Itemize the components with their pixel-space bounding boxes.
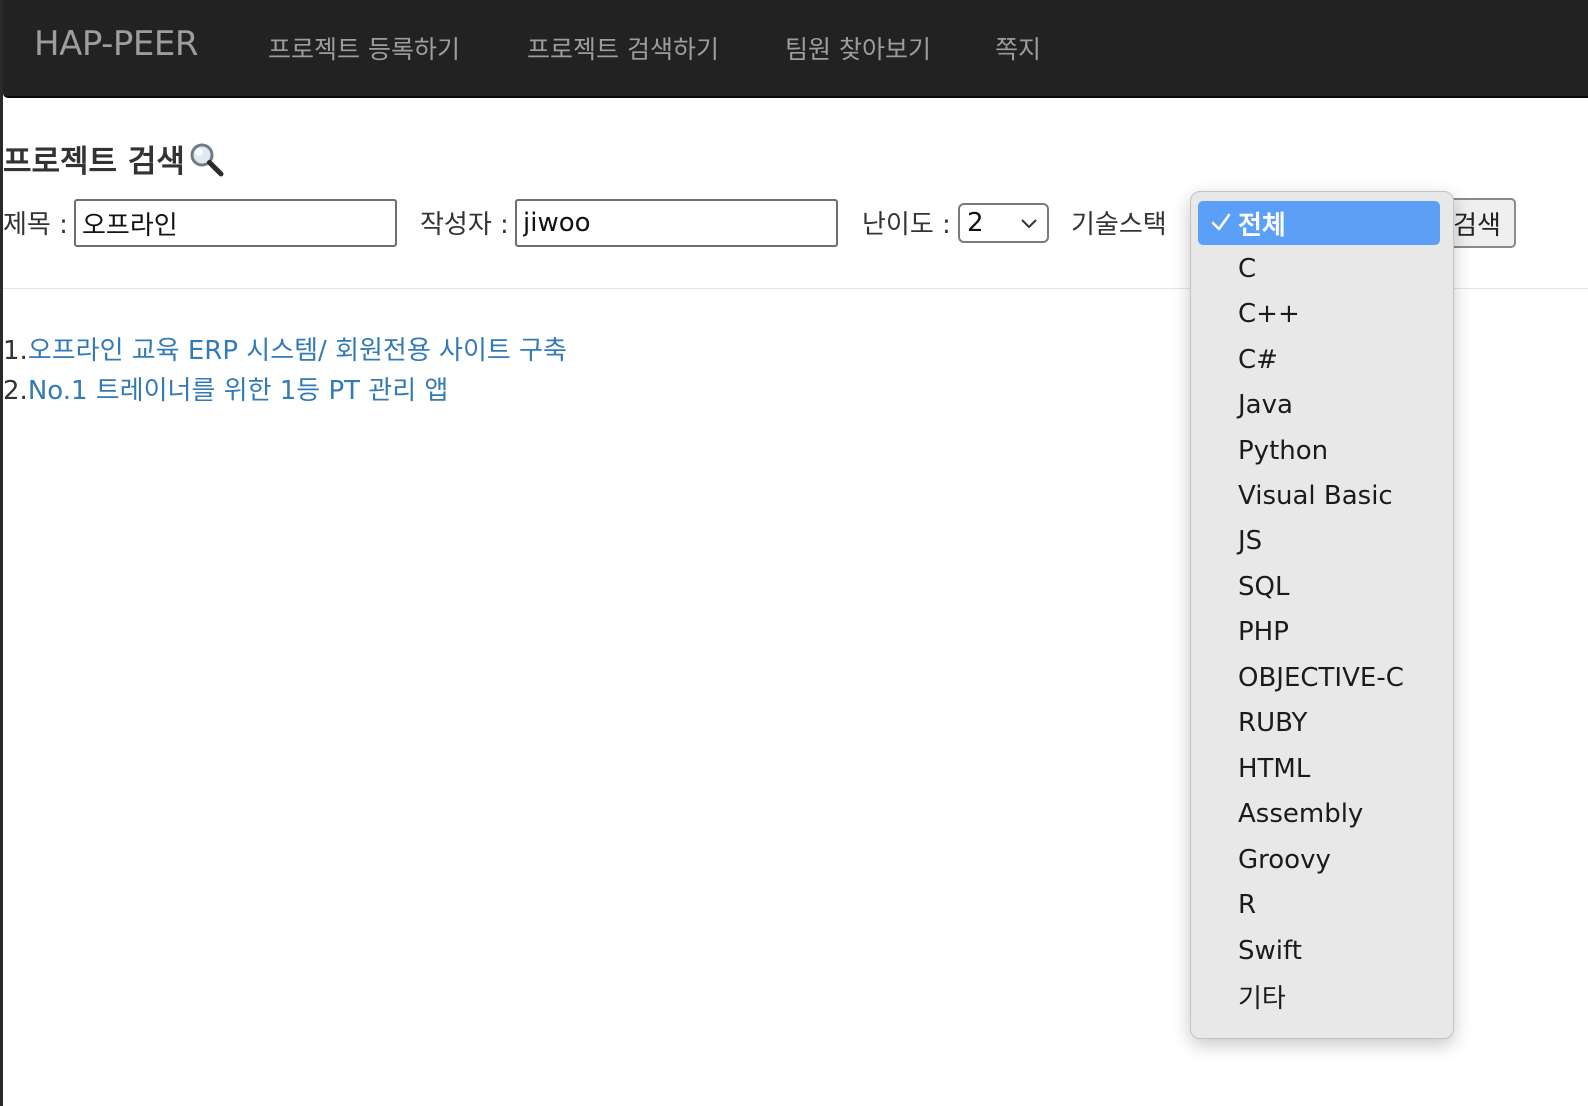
nav-register-project[interactable]: 프로젝트 등록하기 [268, 30, 460, 66]
page-title-text: 프로젝트 검색 [3, 144, 185, 180]
tech-option-cpp[interactable]: C++ [1198, 292, 1440, 336]
title-label: 제목 : [3, 210, 68, 240]
page: HAP-PEER 프로젝트 등록하기 프로젝트 검색하기 팀원 찾아보기 쪽지 … [0, 0, 1588, 1106]
tech-option-ruby[interactable]: RUBY [1198, 701, 1440, 745]
tech-option-php[interactable]: PHP [1198, 610, 1440, 654]
tech-option-groovy[interactable]: Groovy [1198, 838, 1440, 882]
author-label: 작성자 : [420, 210, 509, 240]
nav-find-members[interactable]: 팀원 찾아보기 [785, 30, 931, 66]
tech-option-csharp[interactable]: C# [1198, 338, 1440, 382]
brand-logo[interactable]: HAP-PEER [34, 24, 198, 64]
tech-option-java[interactable]: Java [1198, 383, 1440, 427]
tech-option-html[interactable]: HTML [1198, 747, 1440, 791]
result-number: 1. [3, 336, 28, 366]
page-title: 프로젝트 검색 [3, 136, 225, 181]
tech-option-visual-basic[interactable]: Visual Basic [1198, 474, 1440, 518]
tech-option-swift[interactable]: Swift [1198, 929, 1440, 973]
difficulty-label: 난이도 : [862, 210, 951, 240]
tech-option-assembly[interactable]: Assembly [1198, 792, 1440, 836]
result-link[interactable]: 오프라인 교육 ERP 시스템/ 회원전용 사이트 구축 [28, 336, 567, 366]
tech-option-js[interactable]: JS [1198, 519, 1440, 563]
top-navbar: HAP-PEER 프로젝트 등록하기 프로젝트 검색하기 팀원 찾아보기 쪽지 [3, 0, 1588, 98]
tech-option-all[interactable]: 전체 [1198, 201, 1440, 245]
tech-option-c[interactable]: C [1198, 247, 1440, 291]
result-number: 2. [3, 376, 28, 406]
nav-search-project[interactable]: 프로젝트 검색하기 [527, 30, 719, 66]
tech-option-r[interactable]: R [1198, 883, 1440, 927]
author-input[interactable] [515, 199, 838, 247]
result-link[interactable]: No.1 트레이너를 위한 1등 PT 관리 앱 [28, 376, 449, 406]
difficulty-select[interactable]: 2 [958, 203, 1049, 243]
checkmark-icon [1211, 213, 1231, 231]
tech-option-other[interactable]: 기타 [1198, 974, 1440, 1018]
chevron-down-icon [1021, 219, 1037, 229]
difficulty-value: 2 [967, 208, 984, 238]
result-item: 1.오프라인 교육 ERP 시스템/ 회원전용 사이트 구축 [3, 331, 567, 371]
tech-option-objective-c[interactable]: OBJECTIVE-C [1198, 656, 1440, 700]
title-input[interactable] [74, 199, 397, 247]
tech-stack-dropdown[interactable]: 전체 C C++ C# Java Python Visual Basic JS … [1190, 191, 1454, 1039]
result-item: 2.No.1 트레이너를 위한 1등 PT 관리 앱 [3, 371, 567, 411]
tech-option-python[interactable]: Python [1198, 429, 1440, 473]
tech-option-sql[interactable]: SQL [1198, 565, 1440, 609]
result-list: 1.오프라인 교육 ERP 시스템/ 회원전용 사이트 구축 2.No.1 트레… [3, 331, 567, 411]
tech-stack-label: 기술스택 [1071, 210, 1167, 240]
nav-messages[interactable]: 쪽지 [995, 30, 1041, 66]
magnifier-icon [190, 143, 224, 176]
